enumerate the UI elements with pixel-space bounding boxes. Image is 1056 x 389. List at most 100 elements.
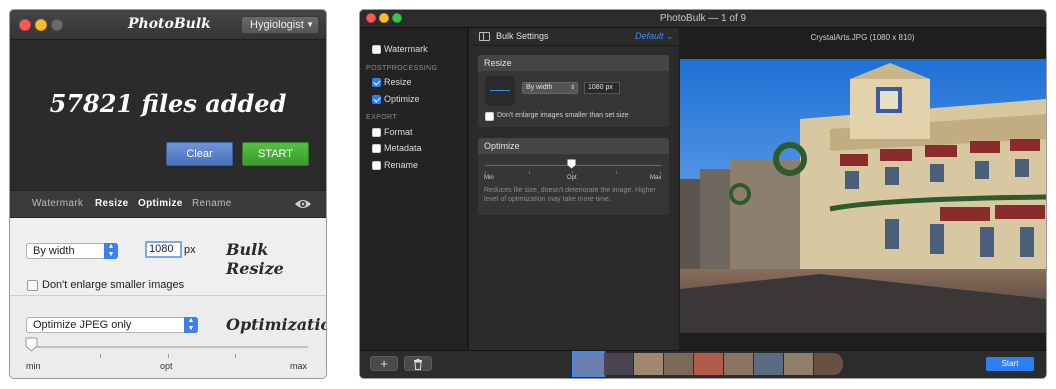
width-input[interactable]: 1080 px [584, 82, 620, 94]
thumbnail[interactable] [634, 353, 663, 375]
slider-min-label: min [26, 361, 41, 371]
zoom-window-button[interactable] [51, 19, 63, 31]
preview-photo [680, 59, 1046, 333]
sidebar-item-label: Resize [384, 77, 412, 87]
horizontal-arrows-icon [490, 90, 510, 91]
unit-label: px [184, 244, 196, 256]
sidebar-item-label: Rename [384, 160, 419, 170]
preset-dropdown[interactable]: Default ⌄ [635, 31, 674, 42]
close-window-button[interactable] [366, 13, 376, 23]
optimize-card: Optimize Min Opt Max Reduces file size, … [478, 138, 669, 215]
profile-select-value: Hygiologist [250, 19, 304, 31]
thumbnail[interactable] [664, 353, 693, 375]
optimize-card-title: Optimize [478, 138, 669, 154]
slider-max-label: max [290, 361, 308, 371]
resize-card-title: Resize [478, 55, 669, 71]
minimize-window-button[interactable] [379, 13, 389, 23]
thumbnail[interactable] [694, 353, 723, 375]
resize-mode-select[interactable]: By width ⇕ [522, 82, 578, 94]
tab-optimize[interactable]: Optimize [138, 198, 183, 209]
eye-icon[interactable] [294, 197, 312, 211]
optimization-section: Optimize JPEG only ▲▼ Optimization min o… [10, 297, 326, 378]
file-name: CrystalArts.JPG (1080 x 810) [810, 33, 915, 42]
resize-mode-select[interactable]: By width ▲ ▼ [26, 243, 118, 259]
resize-card: Resize By width ⇕ 1080 px Don't enlarge … [478, 55, 669, 127]
dont-enlarge-checkbox[interactable] [485, 112, 494, 121]
optimization-slider-thumb[interactable] [567, 159, 576, 169]
sidebar-toggle-icon[interactable] [479, 32, 490, 41]
slider-tick [100, 354, 101, 358]
sidebar-item-label: Format [384, 127, 413, 137]
sidebar-section-export: EXPORT [366, 114, 398, 121]
slider-tick [235, 354, 236, 358]
thumbnail[interactable] [724, 353, 753, 375]
thumbnail[interactable] [754, 353, 783, 375]
tab-watermark[interactable]: Watermark [32, 198, 83, 209]
settings-title: Bulk Settings [496, 31, 549, 41]
slider-tick [529, 171, 530, 174]
sidebar-item-label: Watermark [384, 44, 428, 54]
clear-button[interactable]: Clear [166, 142, 233, 166]
title-bar: PhotoBulk — 1 of 9 [360, 10, 1046, 28]
close-window-button[interactable] [19, 19, 31, 31]
resize-section: By width ▲ ▼ 1080 px Bulk Resize Don't en… [10, 218, 326, 296]
files-added-count: 57821 files added [49, 89, 287, 118]
add-button[interactable]: + [370, 356, 398, 371]
optimize-checkbox[interactable] [372, 95, 381, 104]
thumbnail[interactable] [814, 353, 843, 375]
watermark-checkbox[interactable] [372, 45, 381, 54]
thumbnail[interactable] [604, 353, 633, 375]
slider-opt-label: opt [160, 361, 173, 371]
start-button[interactable]: START [242, 142, 309, 166]
optimize-mode-select[interactable]: Optimize JPEG only ▲ ▼ [26, 317, 198, 333]
optimize-description: Reduces file size, doesn't deteriorate t… [484, 187, 656, 203]
slider-min-label: Min [484, 175, 494, 181]
resize-checkbox[interactable] [372, 78, 381, 87]
settings-header: Bulk Settings Default ⌄ [469, 28, 679, 46]
resize-preview-box [485, 76, 515, 106]
app-title: PhotoBulk [128, 16, 211, 32]
slider-tick [660, 171, 661, 174]
photobulk-modern-window: PhotoBulk — 1 of 9 Watermark POSTPROCESS… [360, 10, 1046, 378]
rename-checkbox[interactable] [372, 161, 381, 170]
delete-button[interactable] [404, 356, 432, 371]
slider-tick [572, 171, 573, 174]
optimization-slider-thumb[interactable] [25, 337, 38, 352]
trash-icon [414, 359, 422, 370]
photobulk-classic-window: PhotoBulk Hygiologist ▼ 57821 files adde… [10, 10, 326, 378]
bottom-bar: + Start [360, 350, 1046, 378]
profile-select[interactable]: Hygiologist ▼ [241, 16, 319, 34]
metadata-checkbox[interactable] [372, 144, 381, 153]
thumbnail[interactable] [572, 351, 605, 377]
preset-value: Default [635, 31, 664, 41]
dont-enlarge-checkbox[interactable] [27, 280, 38, 291]
chevron-down-icon: ▼ [306, 20, 314, 29]
slider-tick [168, 354, 169, 358]
slider-opt-label: Opt [567, 175, 577, 181]
stepper-arrows-icon: ▲ ▼ [184, 317, 198, 333]
dont-enlarge-label: Don't enlarge images smaller than set si… [497, 112, 629, 119]
window-title: PhotoBulk — 1 of 9 [659, 13, 747, 24]
width-input[interactable]: 1080 [145, 241, 182, 258]
minimize-window-button[interactable] [35, 19, 47, 31]
resize-mode-value: By width [526, 84, 553, 91]
tab-rename[interactable]: Rename [192, 198, 232, 209]
format-checkbox[interactable] [372, 128, 381, 137]
feature-tabs: Watermark Resize Optimize Rename [10, 190, 326, 218]
section-title-resize: Bulk Resize [226, 240, 284, 278]
tab-resize[interactable]: Resize [95, 198, 129, 209]
thumbnail[interactable] [784, 353, 813, 375]
dont-enlarge-label: Don't enlarge smaller images [42, 279, 185, 291]
slider-tick [616, 171, 617, 174]
stepper-arrows-icon: ▲ ▼ [104, 243, 118, 259]
drop-zone[interactable]: 57821 files added Clear START [10, 41, 326, 190]
start-button[interactable]: Start [986, 357, 1034, 371]
settings-panel: By width ▲ ▼ 1080 px Bulk Resize Don't en… [10, 218, 326, 378]
title-bar: PhotoBulk Hygiologist ▼ [10, 10, 326, 40]
sidebar-item-label: Optimize [384, 94, 420, 104]
sidebar-item-label: Metadata [384, 143, 422, 153]
resize-mode-value: By width [33, 245, 75, 257]
slider-tick [485, 171, 486, 174]
optimization-slider-track[interactable] [30, 346, 308, 348]
zoom-window-button[interactable] [392, 13, 402, 23]
